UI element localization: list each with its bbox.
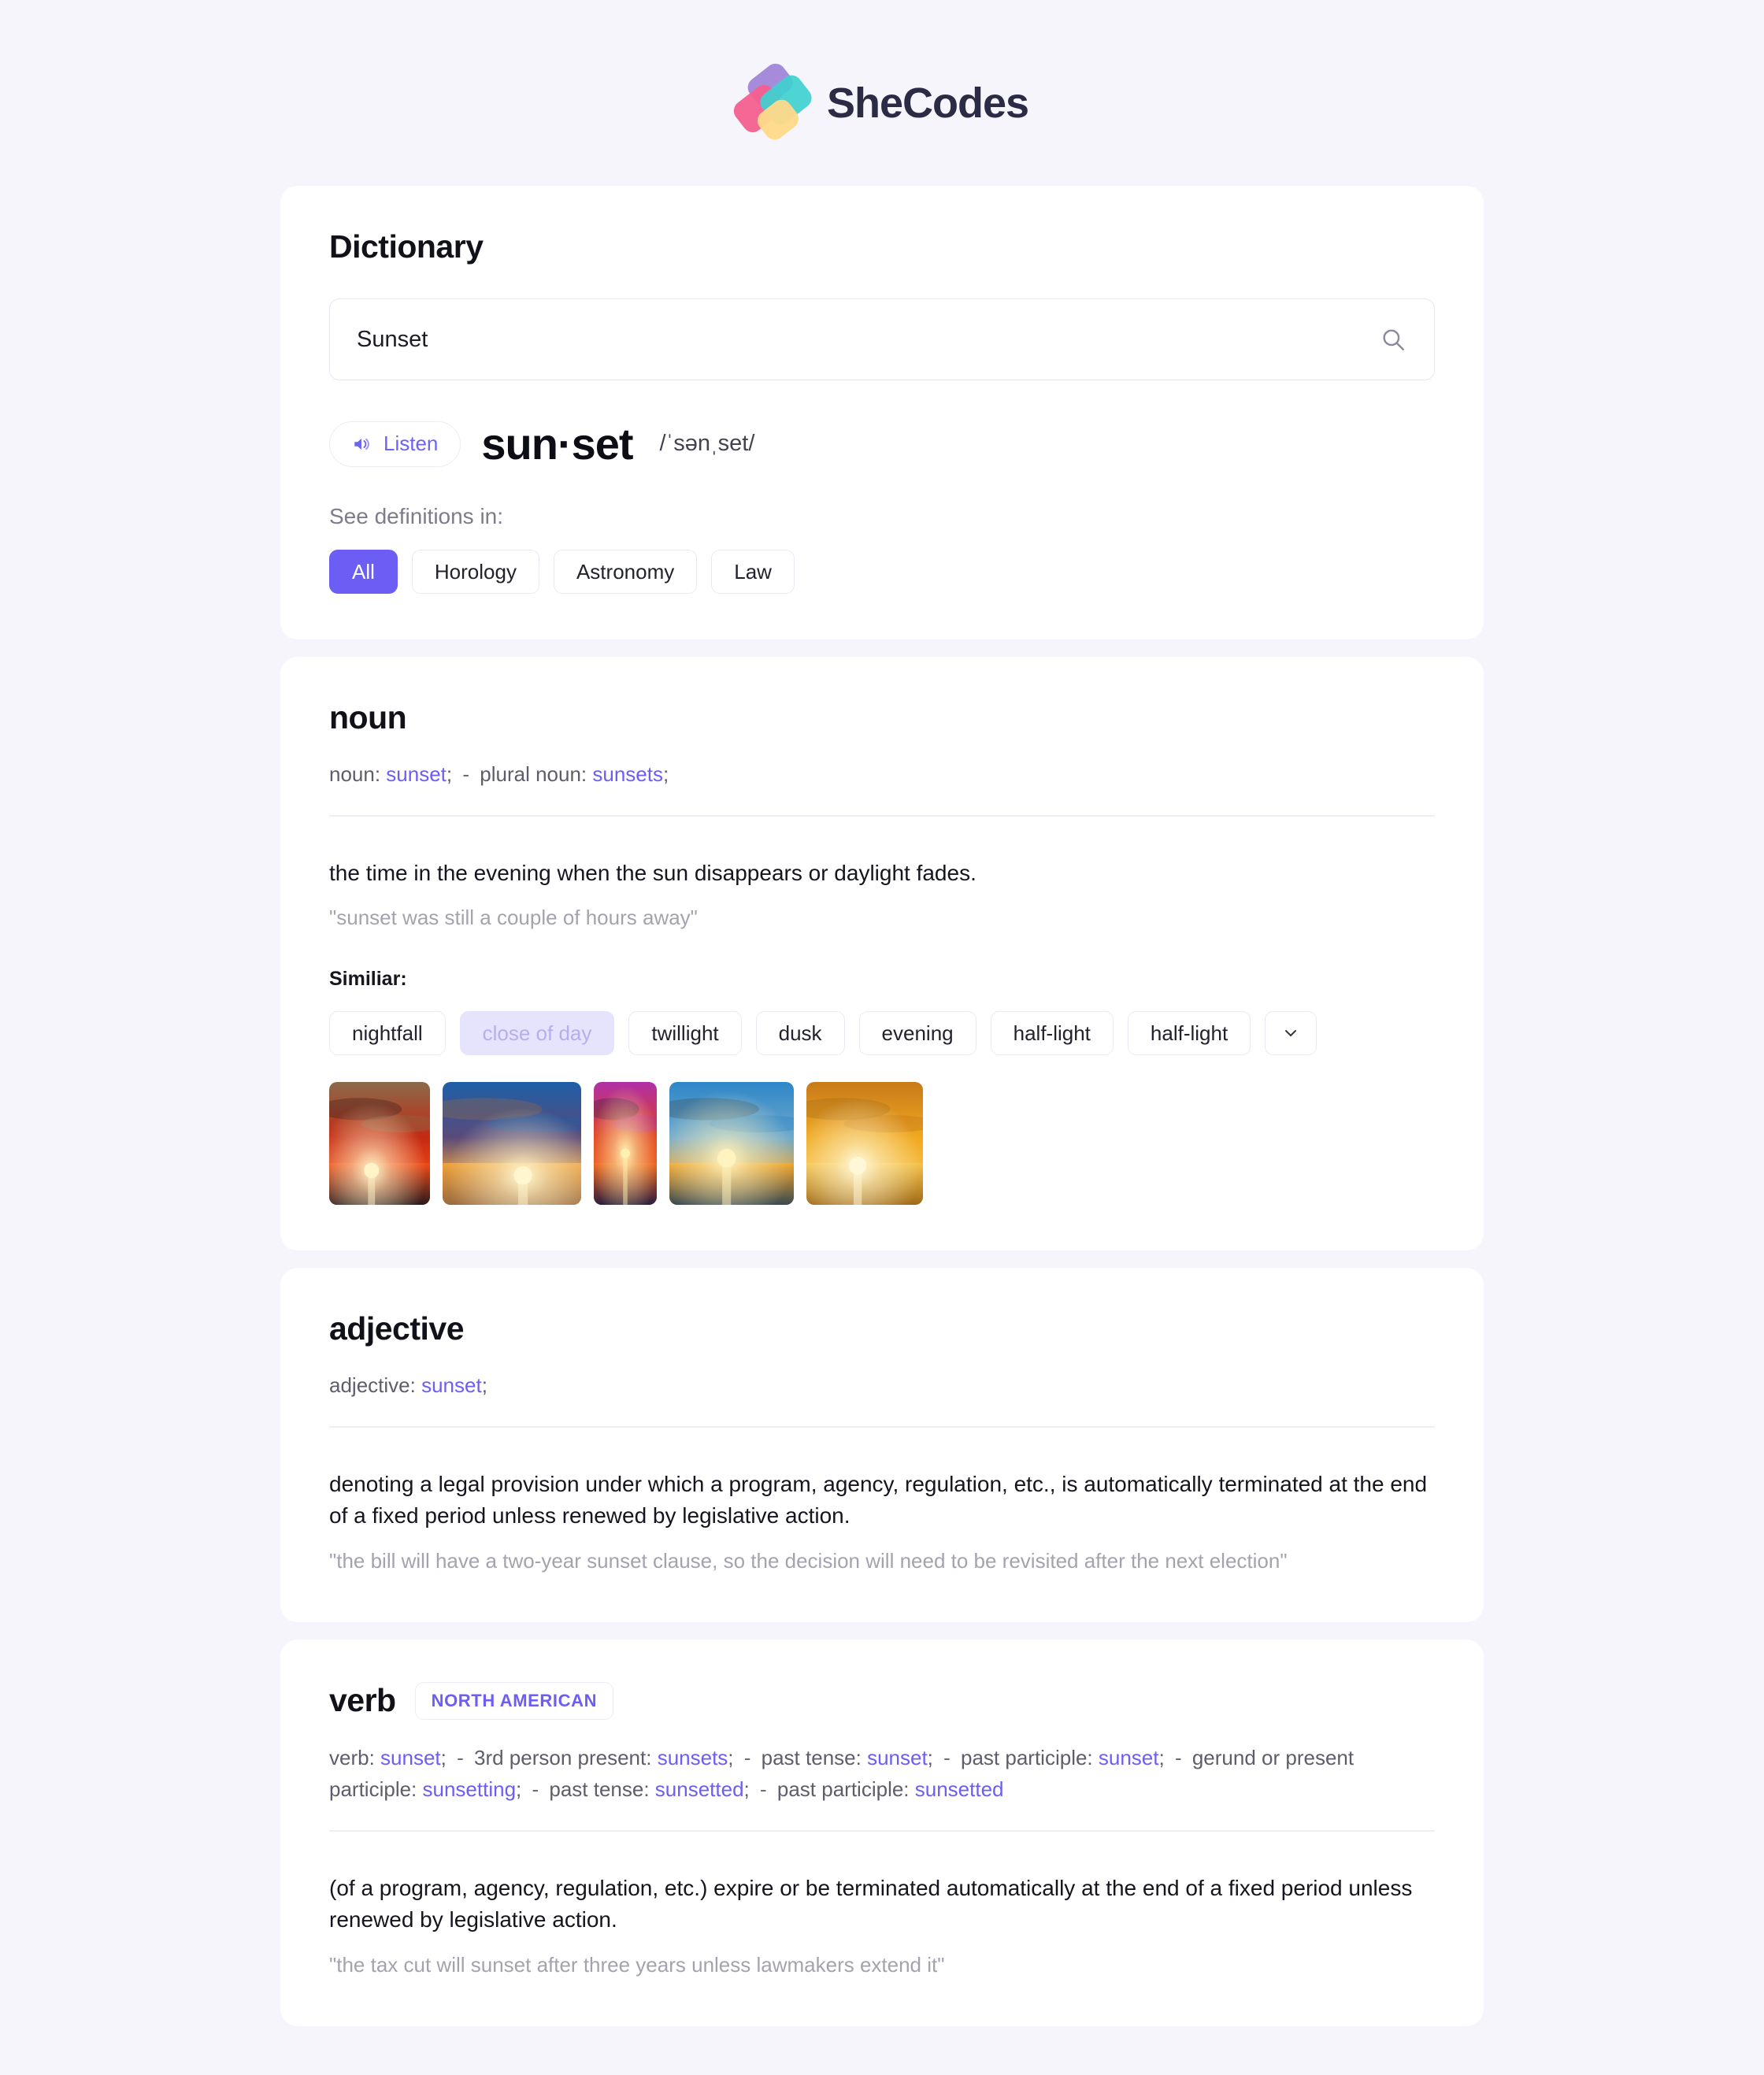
part-of-speech-header: verb NORTH AMERICAN (329, 1681, 1435, 1720)
form-punctuation: ; (1158, 1745, 1165, 1769)
part-of-speech-header: adjective (329, 1310, 1435, 1347)
listen-button-label: Listen (384, 432, 439, 455)
meaning-card-adjective: adjective adjective: sunset; denoting a le… (280, 1268, 1484, 1622)
word-forms-line: adjective: sunset; (329, 1369, 1435, 1401)
form-label: past participle: (961, 1745, 1099, 1769)
form-word[interactable]: sunset (1099, 1746, 1159, 1769)
form-word[interactable]: sunsetted (655, 1777, 744, 1801)
sunset-photo-blue-clouds[interactable] (443, 1082, 581, 1206)
synonym-chip-close-of-day[interactable]: close of day (459, 1011, 615, 1056)
form-word[interactable]: sunsets (592, 762, 663, 786)
synonym-chip-twillight[interactable]: twillight (628, 1011, 742, 1056)
form-word[interactable]: sunset (386, 762, 447, 786)
form-separator: - (450, 1745, 469, 1769)
form-separator: - (526, 1777, 545, 1802)
form-punctuation: ; (927, 1745, 933, 1769)
meanings-container: noun noun: sunset; - plural noun: sunsets… (0, 657, 1764, 2026)
dictionary-search-card: Dictionary Listen sun·set /ˈsənˌset/ See… (280, 186, 1484, 639)
form-punctuation: ; (481, 1373, 487, 1398)
meaning-card-verb: verb NORTH AMERICAN verb: sunset; - 3rd pe… (280, 1639, 1484, 2026)
section-divider (329, 1830, 1435, 1832)
form-punctuation: ; (440, 1745, 447, 1769)
speaker-icon (354, 438, 369, 450)
form-label: plural noun: (480, 762, 593, 786)
word-forms-line: noun: sunset; - plural noun: sunsets; (329, 758, 1435, 790)
form-label: verb: (329, 1745, 381, 1769)
category-chip-horology[interactable]: Horology (411, 550, 539, 594)
form-punctuation: ; (662, 762, 669, 786)
definition-text: denoting a legal provision under which a… (329, 1471, 1428, 1528)
form-punctuation: ; (743, 1777, 750, 1802)
chevron-down-icon (1285, 1030, 1297, 1037)
expand-synonyms-button[interactable] (1265, 1011, 1317, 1056)
synonym-chip-evening[interactable]: evening (858, 1011, 976, 1056)
part-of-speech-title: noun (329, 699, 407, 736)
synonyms-label: Similiar: (329, 968, 407, 991)
form-word[interactable]: sunsets (658, 1746, 728, 1769)
definition-example: "the bill will have a two-year sunset cl… (329, 1549, 1288, 1573)
meaning-card-noun: noun noun: sunset; - plural noun: sunsets… (280, 657, 1484, 1251)
category-chip-all[interactable]: All (329, 550, 398, 594)
search-wrapper (329, 298, 1435, 380)
form-separator: - (457, 762, 476, 786)
synonym-chip-half-light[interactable]: half-light (990, 1011, 1114, 1056)
category-filter-row: All Horology Astronomy Law (329, 550, 1435, 594)
category-chip-astronomy[interactable]: Astronomy (553, 550, 698, 594)
brand-name: SheCodes (826, 80, 1029, 127)
synonym-chip-nightfall[interactable]: nightfall (329, 1011, 446, 1056)
search-input[interactable] (329, 298, 1435, 380)
section-divider (329, 1426, 1435, 1428)
page-title: Dictionary (329, 228, 484, 265)
brand-header: SheCodes (0, 0, 1764, 186)
form-label: past participle: (776, 1777, 915, 1802)
section-divider (329, 815, 1435, 817)
form-word[interactable]: sunset (380, 1746, 441, 1769)
form-label: adjective: (329, 1373, 422, 1398)
form-label: noun: (329, 762, 387, 786)
pronunciation-row: Listen sun·set /ˈsənˌset/ (329, 418, 1435, 469)
sunset-photo-rays[interactable] (669, 1082, 794, 1206)
form-separator: - (937, 1745, 957, 1769)
part-of-speech-title: adjective (329, 1310, 465, 1347)
form-separator: - (754, 1777, 773, 1802)
synonym-chip-row: nightfall close of day twillight dusk evenin… (329, 1011, 1435, 1056)
word-forms-line: verb: sunset; - 3rd person present: suns… (329, 1742, 1435, 1806)
sunset-photo-golden[interactable] (806, 1082, 923, 1206)
phonetic-transcription: /ˈsənˌset/ (659, 431, 755, 456)
definition-example: "sunset was still a couple of hours away… (329, 906, 698, 930)
listen-button[interactable]: Listen (329, 421, 461, 467)
shecodes-logo-icon (729, 59, 816, 144)
photo-gallery (329, 1082, 1435, 1206)
form-punctuation: ; (728, 1745, 734, 1769)
form-separator: - (1169, 1745, 1188, 1769)
form-word[interactable]: sunsetting (423, 1777, 517, 1801)
form-word[interactable]: sunsetted (915, 1777, 1004, 1801)
see-definitions-label: See definitions in: (329, 504, 504, 528)
definition-text: (of a program, agency, regulation, etc.)… (329, 1875, 1413, 1932)
part-of-speech-title: verb (329, 1682, 396, 1719)
synonym-chip-dusk[interactable]: dusk (755, 1011, 845, 1056)
sunset-photo-magenta[interactable] (594, 1082, 657, 1206)
headword: sun·set (481, 419, 633, 469)
category-chip-law[interactable]: Law (711, 550, 795, 594)
form-label: past tense: (761, 1745, 868, 1769)
sunset-photo-red-ocean[interactable] (329, 1082, 430, 1206)
form-label: past tense: (549, 1777, 655, 1802)
definition-example: "the tax cut will sunset after three yea… (329, 1953, 945, 1977)
form-label: 3rd person present: (473, 1745, 658, 1769)
form-word[interactable]: sunset (421, 1373, 482, 1397)
region-badge: NORTH AMERICAN (414, 1681, 614, 1720)
part-of-speech-header: noun (329, 699, 1435, 736)
synonym-chip-half-light[interactable]: half-light (1127, 1011, 1251, 1056)
form-separator: - (738, 1745, 757, 1769)
form-word[interactable]: sunset (867, 1746, 928, 1769)
definition-text: the time in the evening when the sun dis… (329, 860, 976, 885)
